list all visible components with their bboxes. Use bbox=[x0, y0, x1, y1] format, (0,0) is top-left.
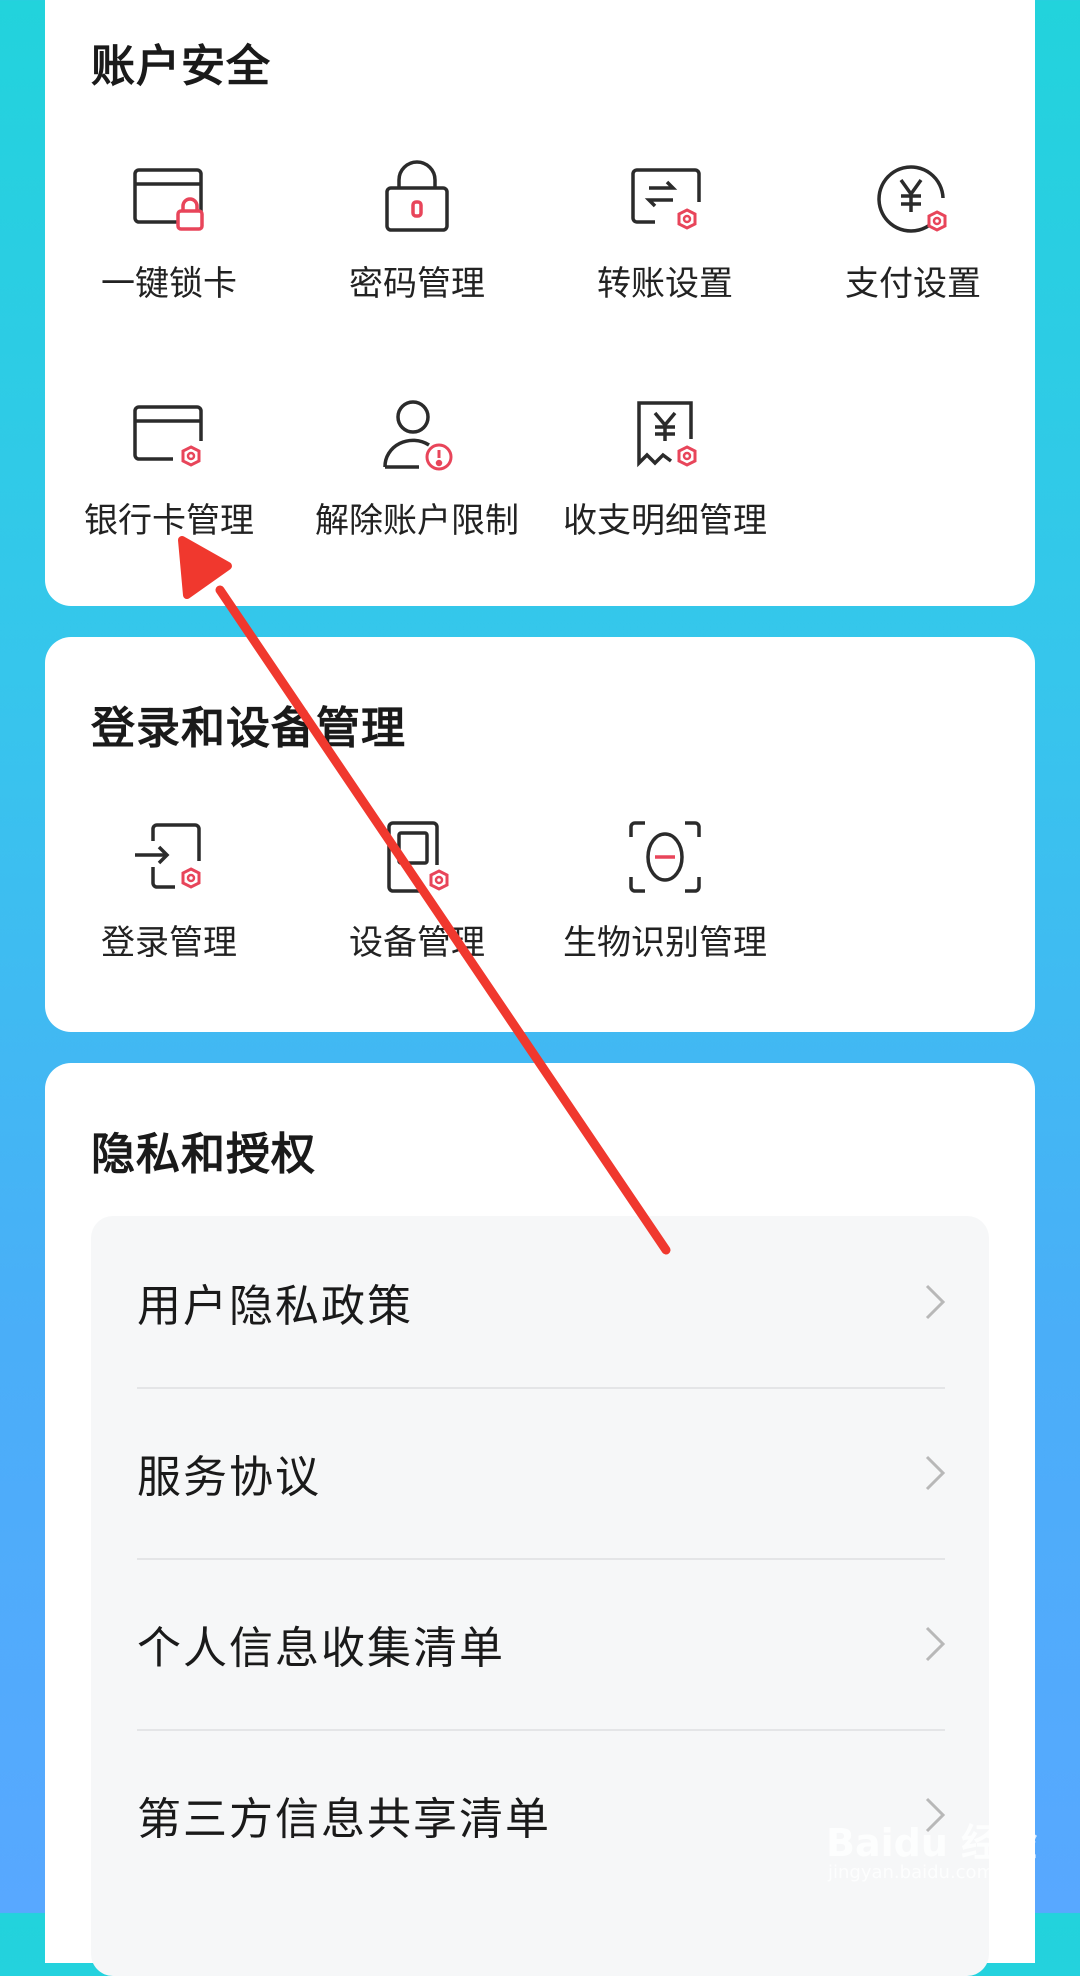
padlock-icon bbox=[377, 158, 457, 238]
list-item-personal-info-collection[interactable]: 个人信息收集清单 bbox=[91, 1558, 989, 1729]
remove-account-restriction-button[interactable]: 解除账户限制 bbox=[293, 395, 541, 555]
bank-card-management-label: 银行卡管理 bbox=[84, 501, 254, 541]
one-key-lock-card-label: 一键锁卡 bbox=[101, 264, 237, 304]
list-item-label: 个人信息收集清单 bbox=[137, 1622, 505, 1674]
section-title-privacy: 隐私和授权 bbox=[91, 1129, 316, 1180]
device-management-label: 设备管理 bbox=[349, 923, 485, 963]
yen-payment-icon bbox=[873, 158, 953, 238]
transfer-icon bbox=[625, 158, 705, 238]
list-item-user-privacy-policy[interactable]: 用户隐私政策 bbox=[91, 1216, 989, 1387]
face-id-icon bbox=[625, 817, 705, 897]
account-security-card: 账户安全 一键锁卡 密码管理 转账设置 支付设置 银行卡管理 解除账户限制 收支… bbox=[45, 0, 1035, 606]
password-management-label: 密码管理 bbox=[349, 264, 485, 304]
watermark-main-text: Baidu 经验 bbox=[826, 1821, 1038, 1865]
card-lock-icon bbox=[129, 158, 209, 238]
password-management-button[interactable]: 密码管理 bbox=[293, 158, 541, 318]
bank-card-icon bbox=[129, 395, 209, 475]
payment-settings-label: 支付设置 bbox=[845, 264, 981, 304]
user-alert-icon bbox=[377, 395, 457, 475]
login-management-button[interactable]: 登录管理 bbox=[45, 817, 293, 977]
bank-card-management-button[interactable]: 银行卡管理 bbox=[45, 395, 293, 555]
list-item-service-agreement[interactable]: 服务协议 bbox=[91, 1387, 989, 1558]
transfer-settings-label: 转账设置 bbox=[597, 264, 733, 304]
biometric-management-button[interactable]: 生物识别管理 bbox=[541, 817, 789, 977]
login-management-label: 登录管理 bbox=[101, 923, 237, 963]
payment-settings-button[interactable]: 支付设置 bbox=[789, 158, 1037, 318]
chevron-right-icon bbox=[925, 1626, 946, 1661]
remove-account-restriction-label: 解除账户限制 bbox=[315, 501, 519, 541]
income-expense-detail-button[interactable]: 收支明细管理 bbox=[541, 395, 789, 555]
list-item-label: 第三方信息共享清单 bbox=[137, 1793, 551, 1845]
transfer-settings-button[interactable]: 转账设置 bbox=[541, 158, 789, 318]
section-title-account-security: 账户安全 bbox=[91, 41, 271, 92]
watermark-sub-text: jingyan.baidu.com bbox=[828, 1862, 995, 1883]
chevron-right-icon bbox=[925, 1284, 946, 1319]
baidu-watermark: Baidu 经验 jingyan.baidu.com bbox=[826, 1812, 1056, 1892]
section-title-login-devices: 登录和设备管理 bbox=[91, 703, 406, 754]
login-icon bbox=[129, 817, 209, 897]
chevron-right-icon bbox=[925, 1455, 946, 1490]
device-management-button[interactable]: 设备管理 bbox=[293, 817, 541, 977]
device-icon bbox=[377, 817, 457, 897]
list-item-label: 服务协议 bbox=[137, 1451, 321, 1503]
list-item-label: 用户隐私政策 bbox=[137, 1280, 413, 1332]
biometric-management-label: 生物识别管理 bbox=[563, 923, 767, 963]
one-key-lock-card-button[interactable]: 一键锁卡 bbox=[45, 158, 293, 318]
receipt-yen-icon bbox=[625, 395, 705, 475]
income-expense-detail-label: 收支明细管理 bbox=[563, 501, 767, 541]
login-device-card: 登录和设备管理 登录管理 设备管理 生物识别管理 bbox=[45, 637, 1035, 1032]
